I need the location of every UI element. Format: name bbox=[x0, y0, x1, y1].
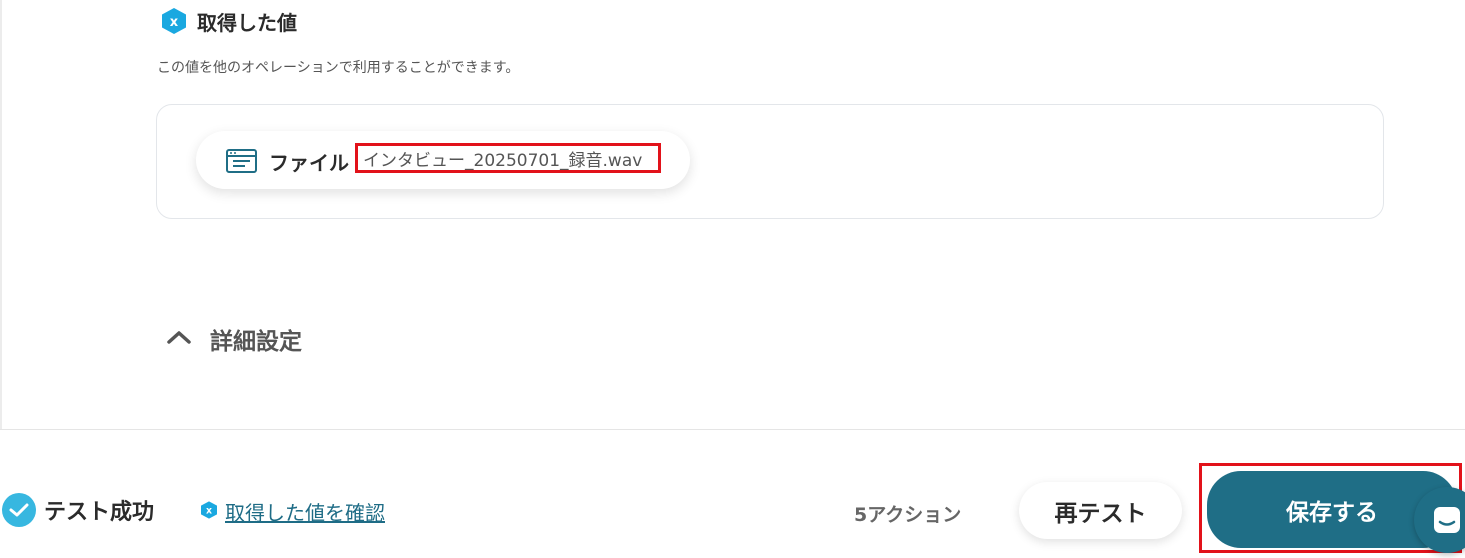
hex-badge-icon: x bbox=[199, 500, 219, 524]
chevron-up-icon bbox=[166, 328, 192, 350]
details-toggle[interactable]: 詳細設定 bbox=[166, 322, 302, 356]
view-values-link[interactable]: x 取得した値を確認 bbox=[199, 497, 385, 526]
left-border bbox=[0, 0, 2, 430]
test-status: テスト成功 bbox=[2, 493, 154, 527]
svg-text:x: x bbox=[170, 15, 179, 30]
status-text: テスト成功 bbox=[44, 500, 155, 525]
footer-divider bbox=[0, 429, 1465, 430]
section-header: x 取得した値 bbox=[159, 6, 297, 36]
details-label: 詳細設定 bbox=[210, 329, 302, 355]
section-description: この値を他のオペレーションで利用することができます。 bbox=[157, 60, 520, 76]
view-values-label: 取得した値を確認 bbox=[225, 501, 385, 525]
section-title: 取得した値 bbox=[197, 10, 297, 35]
file-value-chip[interactable]: ファイル インタビュー_20250701_録音.wav bbox=[196, 131, 690, 189]
retest-button[interactable]: 再テスト bbox=[1019, 482, 1182, 539]
hex-badge-icon: x bbox=[159, 6, 189, 36]
check-icon bbox=[2, 493, 36, 527]
file-label: ファイル bbox=[269, 151, 349, 175]
actions-count: 5アクション bbox=[854, 504, 962, 526]
file-value: インタビュー_20250701_録音.wav bbox=[355, 143, 661, 173]
file-window-icon bbox=[226, 149, 257, 177]
svg-text:x: x bbox=[206, 505, 212, 516]
